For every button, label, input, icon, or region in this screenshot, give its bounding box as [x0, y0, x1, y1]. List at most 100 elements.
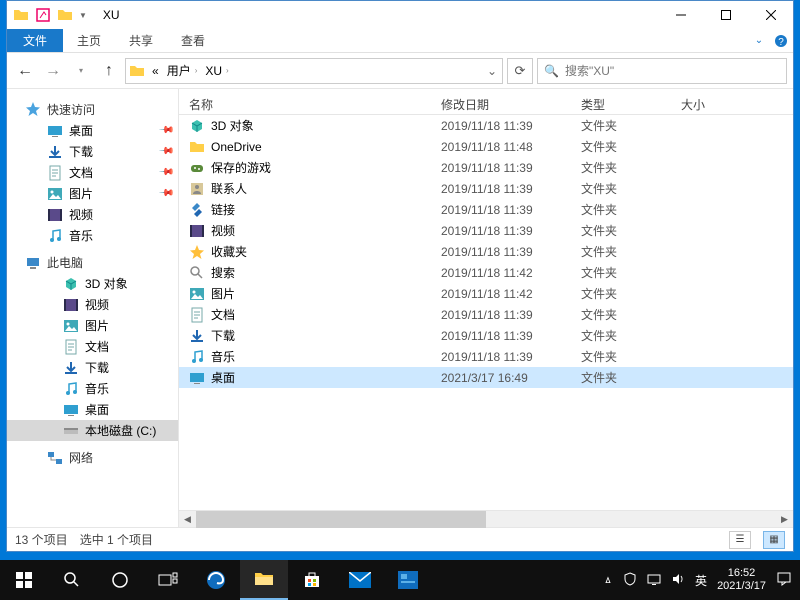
- systray: ㅿ 英 16:52 2021/3/17: [595, 567, 800, 593]
- sidebar-quick-access[interactable]: 快速访问: [7, 99, 178, 120]
- search-button[interactable]: [48, 560, 96, 600]
- crumb-users[interactable]: 用户›: [163, 62, 202, 79]
- status-count: 13 个项目: [15, 531, 68, 548]
- sidebar-item-3d[interactable]: 3D 对象: [7, 273, 178, 294]
- tray-security-icon[interactable]: [623, 572, 637, 589]
- minimize-button[interactable]: [658, 1, 703, 29]
- column-headers: 名称 修改日期 类型 大小: [179, 89, 793, 115]
- svg-text:?: ?: [778, 37, 784, 48]
- tray-clock[interactable]: 16:52 2021/3/17: [717, 567, 766, 593]
- tab-share[interactable]: 共享: [115, 29, 167, 52]
- taskview-button[interactable]: [144, 560, 192, 600]
- file-row[interactable]: 文档2019/11/18 11:39文件夹: [179, 304, 793, 325]
- sidebar-item-pic[interactable]: 图片📌: [7, 183, 178, 204]
- sidebar-item-download[interactable]: 下载: [7, 357, 178, 378]
- file-row[interactable]: 桌面2021/3/17 16:49文件夹: [179, 367, 793, 388]
- file-row[interactable]: 联系人2019/11/18 11:39文件夹: [179, 178, 793, 199]
- file-row[interactable]: 链接2019/11/18 11:39文件夹: [179, 199, 793, 220]
- app-button[interactable]: [384, 560, 432, 600]
- crumb-xu[interactable]: XU›: [201, 64, 232, 78]
- help-icon[interactable]: ?: [769, 29, 793, 52]
- col-name[interactable]: 名称: [179, 96, 441, 113]
- sidebar-this-pc[interactable]: 此电脑: [7, 252, 178, 273]
- file-row[interactable]: 保存的游戏2019/11/18 11:39文件夹: [179, 157, 793, 178]
- search-icon: 🔍: [544, 64, 559, 78]
- close-button[interactable]: [748, 1, 793, 29]
- file-row[interactable]: 搜索2019/11/18 11:42文件夹: [179, 262, 793, 283]
- titlebar: ▼ XU: [7, 1, 793, 29]
- tab-view[interactable]: 查看: [167, 29, 219, 52]
- navbar: ← → ▾ ↑ « 用户› XU› ⌄ ⟳ 🔍 搜索"XU": [7, 53, 793, 89]
- sidebar-item-doc[interactable]: 文档📌: [7, 162, 178, 183]
- view-details-button[interactable]: ☰: [729, 531, 751, 549]
- sidebar-item-drive[interactable]: 本地磁盘 (C:): [7, 420, 178, 441]
- scroll-left-icon[interactable]: ◀: [179, 511, 196, 528]
- window-title: XU: [103, 8, 120, 22]
- pin-icon: 📌: [157, 143, 174, 160]
- sidebar-network[interactable]: 网络: [7, 447, 178, 468]
- file-row[interactable]: 图片2019/11/18 11:42文件夹: [179, 283, 793, 304]
- store-button[interactable]: [288, 560, 336, 600]
- tray-volume-icon[interactable]: [671, 572, 685, 589]
- start-button[interactable]: [0, 560, 48, 600]
- file-row[interactable]: 收藏夹2019/11/18 11:39文件夹: [179, 241, 793, 262]
- col-size[interactable]: 大小: [681, 96, 741, 113]
- ribbon-expand-icon[interactable]: ⌄: [749, 29, 769, 52]
- tray-notifications-icon[interactable]: [776, 571, 792, 590]
- address-dropdown-icon[interactable]: ⌄: [482, 64, 502, 78]
- properties-icon[interactable]: [35, 7, 51, 23]
- file-row[interactable]: 音乐2019/11/18 11:39文件夹: [179, 346, 793, 367]
- crumb-prefix[interactable]: «: [148, 64, 163, 78]
- search-input[interactable]: 🔍 搜索"XU": [537, 58, 787, 84]
- sidebar-item-video[interactable]: 视频: [7, 294, 178, 315]
- address-folder-icon: [126, 63, 148, 79]
- sidebar-item-video[interactable]: 视频: [7, 204, 178, 225]
- tray-ime[interactable]: 英: [695, 572, 707, 589]
- view-icons-button[interactable]: ▦: [763, 531, 785, 549]
- col-type[interactable]: 类型: [581, 96, 681, 113]
- taskbar: ㅿ 英 16:52 2021/3/17: [0, 560, 800, 600]
- refresh-button[interactable]: ⟳: [507, 58, 533, 84]
- file-row[interactable]: 3D 对象2019/11/18 11:39文件夹: [179, 115, 793, 136]
- sidebar-item-desktop[interactable]: 桌面: [7, 399, 178, 420]
- file-row[interactable]: 下载2019/11/18 11:39文件夹: [179, 325, 793, 346]
- tray-network-icon[interactable]: [647, 572, 661, 589]
- sidebar-item-doc[interactable]: 文档: [7, 336, 178, 357]
- explorer-button[interactable]: [240, 560, 288, 600]
- sidebar-item-music[interactable]: 音乐: [7, 225, 178, 246]
- pin-icon: 📌: [157, 164, 174, 181]
- horizontal-scrollbar[interactable]: ◀ ▶: [179, 510, 793, 527]
- tab-file[interactable]: 文件: [7, 29, 63, 52]
- forward-button[interactable]: →: [41, 59, 65, 83]
- back-button[interactable]: ←: [13, 59, 37, 83]
- sidebar-item-desktop[interactable]: 桌面📌: [7, 120, 178, 141]
- file-row[interactable]: 视频2019/11/18 11:39文件夹: [179, 220, 793, 241]
- cortana-button[interactable]: [96, 560, 144, 600]
- recent-dropdown[interactable]: ▾: [69, 59, 93, 83]
- mail-button[interactable]: [336, 560, 384, 600]
- up-button[interactable]: ↑: [97, 59, 121, 83]
- address-bar[interactable]: « 用户› XU› ⌄: [125, 58, 503, 84]
- sidebar-item-pic[interactable]: 图片: [7, 315, 178, 336]
- pin-icon: 📌: [157, 185, 174, 202]
- status-selected: 选中 1 个项目: [80, 531, 153, 548]
- sidebar-item-download[interactable]: 下载📌: [7, 141, 178, 162]
- file-list: 3D 对象2019/11/18 11:39文件夹OneDrive2019/11/…: [179, 115, 793, 510]
- newfolder-icon[interactable]: [57, 7, 73, 23]
- content-pane: 名称 修改日期 类型 大小 3D 对象2019/11/18 11:39文件夹On…: [179, 89, 793, 527]
- maximize-button[interactable]: [703, 1, 748, 29]
- qat-dropdown-icon[interactable]: ▼: [79, 11, 87, 20]
- tab-home[interactable]: 主页: [63, 29, 115, 52]
- file-row[interactable]: OneDrive2019/11/18 11:48文件夹: [179, 136, 793, 157]
- search-placeholder: 搜索"XU": [565, 62, 614, 79]
- ribbon-tabs: 文件 主页 共享 查看 ⌄ ?: [7, 29, 793, 53]
- scroll-thumb[interactable]: [196, 511, 486, 528]
- tray-overflow-icon[interactable]: ㅿ: [603, 572, 613, 588]
- statusbar: 13 个项目 选中 1 个项目 ☰ ▦: [7, 527, 793, 551]
- sidebar: 快速访问 桌面📌下载📌文档📌图片📌视频音乐 此电脑 3D 对象视频图片文档下载音…: [7, 89, 179, 527]
- col-modified[interactable]: 修改日期: [441, 96, 581, 113]
- folder-icon: [13, 7, 29, 23]
- edge-button[interactable]: [192, 560, 240, 600]
- scroll-right-icon[interactable]: ▶: [776, 511, 793, 528]
- sidebar-item-music[interactable]: 音乐: [7, 378, 178, 399]
